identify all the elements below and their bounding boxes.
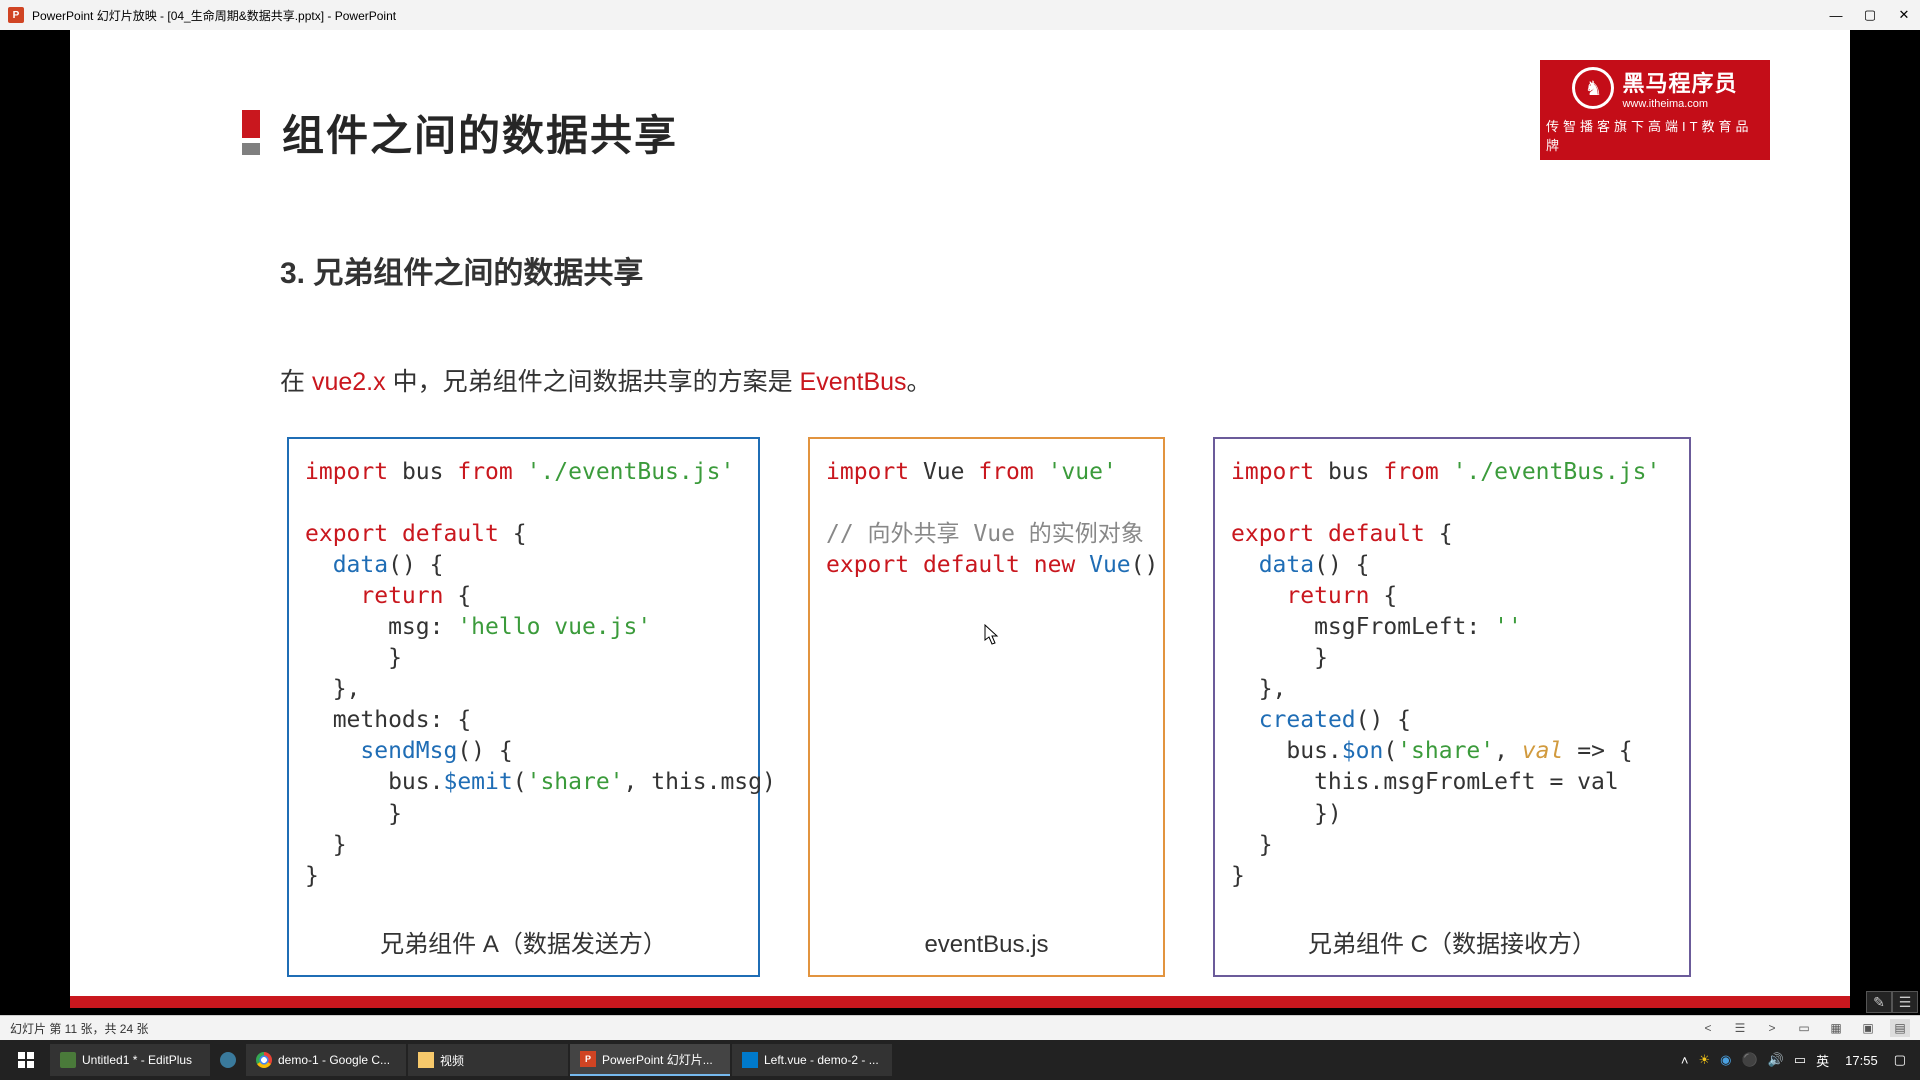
pen-tool-button[interactable]: ✎: [1866, 991, 1892, 1013]
horse-icon: ♞: [1572, 67, 1614, 109]
status-bar: 幻灯片 第 11 张，共 24 张 < ☰ > ▭ ▦ ▣ ▤: [0, 1015, 1920, 1040]
description-text: 在 vue2.x 中，兄弟组件之间数据共享的方案是 EventBus。: [280, 362, 932, 398]
brand-logo: ♞ 黑马程序员 www.itheima.com 传智播客旗下高端IT教育品牌: [1540, 60, 1770, 160]
ppt-icon: P: [580, 1051, 596, 1067]
folder-icon: [418, 1052, 434, 1068]
taskbar-vscode-label: Left.vue - demo-2 - ...: [764, 1053, 879, 1067]
slide: 组件之间的数据共享 ♞ 黑马程序员 www.itheima.com 传智播客旗下…: [70, 30, 1850, 1008]
tray-power-icon[interactable]: ◉: [1720, 1052, 1731, 1068]
tray-notifications-icon[interactable]: ▢: [1894, 1052, 1906, 1068]
window-title: PowerPoint 幻灯片放映 - [04_生命周期&数据共享.pptx] -…: [32, 7, 1828, 24]
taskbar-editplus-label: Untitled1 * - EditPlus: [82, 1053, 192, 1067]
taskbar-vscode[interactable]: Left.vue - demo-2 - ...: [732, 1044, 892, 1076]
tray-ime-label[interactable]: 英: [1816, 1051, 1829, 1070]
taskbar-powerpoint[interactable]: P PowerPoint 幻灯片...: [570, 1044, 730, 1076]
taskbar-app-icon[interactable]: [212, 1044, 244, 1076]
presentation-area[interactable]: 组件之间的数据共享 ♞ 黑马程序员 www.itheima.com 传智播客旗下…: [0, 30, 1920, 1015]
close-button[interactable]: ✕: [1896, 7, 1912, 23]
prev-slide-button[interactable]: <: [1698, 1019, 1718, 1037]
minimize-button[interactable]: —: [1828, 7, 1844, 23]
reading-view-button[interactable]: ▣: [1858, 1019, 1878, 1037]
app-icon: [220, 1052, 236, 1068]
slideshow-view-button[interactable]: ▤: [1890, 1019, 1910, 1037]
taskbar-ppt-label: PowerPoint 幻灯片...: [602, 1051, 713, 1068]
code-caption-a: 兄弟组件 A（数据发送方）: [289, 929, 758, 961]
system-tray: ˄ ☀ ◉ ⚫ 🔊 ▭ 英 17:55 ▢: [1671, 1051, 1916, 1070]
taskbar: Untitled1 * - EditPlus demo-1 - Google C…: [0, 1040, 1920, 1080]
tray-volume-icon[interactable]: 🔊: [1768, 1052, 1784, 1068]
vscode-icon: [742, 1052, 758, 1068]
normal-view-button[interactable]: ▭: [1794, 1019, 1814, 1037]
chrome-icon: [256, 1052, 272, 1068]
maximize-button[interactable]: ▢: [1862, 7, 1878, 23]
slideshow-menu-button[interactable]: ☰: [1892, 991, 1918, 1013]
start-button[interactable]: [4, 1044, 48, 1076]
clock[interactable]: 17:55: [1839, 1053, 1884, 1068]
taskbar-editplus[interactable]: Untitled1 * - EditPlus: [50, 1044, 210, 1076]
title-decoration: [242, 110, 260, 155]
tray-chevron-icon[interactable]: ˄: [1681, 1053, 1689, 1068]
window-titlebar: P PowerPoint 幻灯片放映 - [04_生命周期&数据共享.pptx]…: [0, 0, 1920, 30]
editplus-icon: [60, 1052, 76, 1068]
code-box-component-c: import bus from './eventBus.js' export d…: [1213, 437, 1691, 977]
next-slide-button[interactable]: >: [1762, 1019, 1782, 1037]
logo-tagline: 传智播客旗下高端IT教育品牌: [1546, 116, 1764, 154]
code-caption-eventbus: eventBus.js: [810, 929, 1163, 961]
taskbar-explorer[interactable]: 视频: [408, 1044, 568, 1076]
powerpoint-icon: P: [8, 7, 24, 23]
taskbar-chrome-label: demo-1 - Google C...: [278, 1053, 390, 1067]
logo-name: 黑马程序员: [1622, 66, 1737, 98]
menu-icon[interactable]: ☰: [1730, 1019, 1750, 1037]
sorter-view-button[interactable]: ▦: [1826, 1019, 1846, 1037]
tray-weather-icon[interactable]: ☀: [1698, 1052, 1710, 1068]
slide-counter: 幻灯片 第 11 张，共 24 张: [10, 1020, 1698, 1037]
logo-url: www.itheima.com: [1622, 98, 1737, 110]
taskbar-chrome[interactable]: demo-1 - Google C...: [246, 1044, 406, 1076]
code-box-component-a: import bus from './eventBus.js' export d…: [287, 437, 760, 977]
taskbar-folder-label: 视频: [440, 1052, 464, 1069]
code-caption-c: 兄弟组件 C（数据接收方）: [1215, 929, 1689, 961]
slide-footer-bar: [70, 996, 1850, 1008]
section-heading: 3. 兄弟组件之间的数据共享: [280, 248, 643, 292]
slideshow-controls: ✎ ☰: [1866, 991, 1918, 1013]
tray-network-icon[interactable]: ⚫: [1741, 1052, 1757, 1068]
page-title: 组件之间的数据共享: [282, 102, 678, 163]
code-box-eventbus: import Vue from 'vue' // 向外共享 Vue 的实例对象 …: [808, 437, 1165, 977]
tray-battery-icon[interactable]: ▭: [1794, 1052, 1806, 1068]
